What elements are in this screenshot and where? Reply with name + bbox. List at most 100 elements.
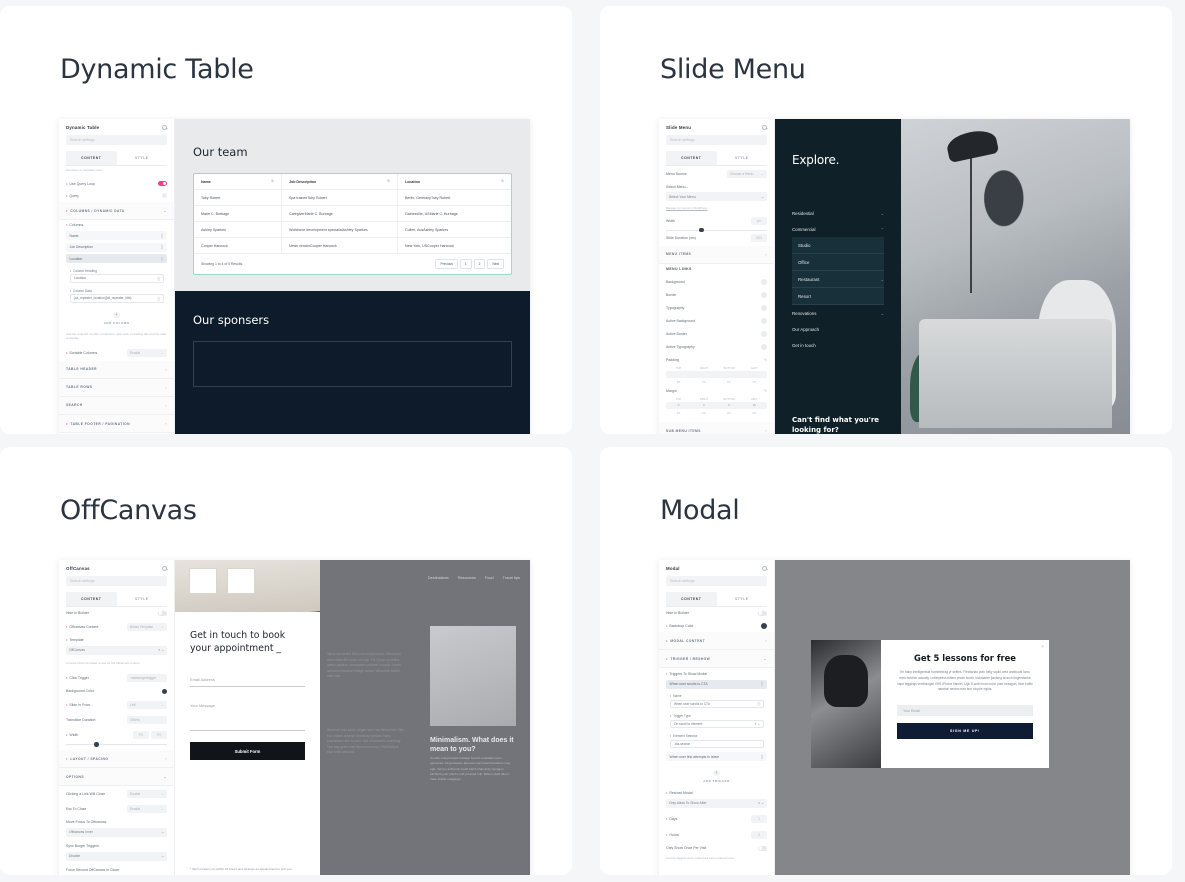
- close-icon[interactable]: ×: [1041, 644, 1044, 649]
- row-use-query-loop[interactable]: •Use Query Loop: [59, 178, 174, 190]
- nav-travel-tips[interactable]: Travel tips: [503, 576, 520, 580]
- padding-inputs[interactable]: [666, 371, 767, 378]
- select-move-focus[interactable]: Offcanvas Inner⌄: [66, 828, 167, 837]
- color-swatch[interactable]: [761, 623, 767, 629]
- pagination-page-1[interactable]: 1: [460, 259, 472, 269]
- search-icon[interactable]: [762, 125, 767, 130]
- row-active-border[interactable]: Active Border: [659, 328, 774, 341]
- row-slide-in-from[interactable]: •Slide In From... Left⌄: [59, 697, 174, 712]
- menu-item-office[interactable]: Office: [792, 254, 884, 271]
- signup-button[interactable]: SIGN ME UP!: [897, 723, 1033, 739]
- input-transition-duration[interactable]: 300ms: [127, 716, 167, 724]
- section-menu-items[interactable]: MENU ITEMS›: [659, 246, 774, 264]
- row-esc-to-close[interactable]: Esc To CloseEnable⌄: [59, 801, 174, 816]
- section-modal-content[interactable]: •MODAL CONTENT›: [659, 632, 774, 650]
- drag-handle-icon[interactable]: ⣿: [161, 257, 164, 260]
- nav-food[interactable]: Food: [485, 576, 494, 580]
- section-sub-menu-items[interactable]: SUB MENU ITEMS›: [659, 422, 774, 434]
- sort-icon[interactable]: ⇅: [501, 180, 504, 183]
- tab-style[interactable]: STYLE: [117, 592, 168, 606]
- tab-content[interactable]: CONTENT: [66, 592, 117, 606]
- table-header-location[interactable]: Location⇅: [398, 174, 511, 189]
- search-input[interactable]: Search settings: [666, 576, 767, 586]
- menu-item-commercial[interactable]: Commercial⌃: [792, 221, 884, 237]
- select-sync-burger[interactable]: Disable⌄: [66, 852, 167, 861]
- input-hours[interactable]: 0: [751, 831, 767, 839]
- table-header-job[interactable]: Job Description⇅: [282, 174, 398, 189]
- section-table-rows[interactable]: TABLE ROWS›: [59, 379, 174, 397]
- tab-content[interactable]: CONTENT: [666, 592, 717, 606]
- pen-icon[interactable]: [761, 292, 767, 298]
- input-click-trigger[interactable]: .hamburgertrigger: [127, 674, 167, 682]
- row-transition-duration[interactable]: Transition Duration 300ms: [59, 713, 174, 728]
- submit-button[interactable]: Submit Form: [190, 742, 305, 760]
- select-esc-to-close[interactable]: Enable⌄: [127, 805, 167, 813]
- menu-item-our-approach[interactable]: Our Approach: [792, 321, 884, 337]
- search-input[interactable]: Search settings: [66, 135, 167, 145]
- row-active-typography[interactable]: Active Typography: [659, 341, 774, 354]
- menu-item-studio[interactable]: Studio: [792, 237, 884, 254]
- select-clicking-link[interactable]: Enable⌄: [127, 790, 167, 798]
- column-item-name[interactable]: Name ⣿: [66, 231, 167, 240]
- row-hide-in-builder[interactable]: Hide In Builder: [659, 607, 774, 619]
- pen-icon[interactable]: [761, 331, 767, 337]
- trigger-item-exit-intent[interactable]: When user first attempts to leave⣿: [666, 752, 767, 761]
- search-icon[interactable]: [162, 125, 167, 130]
- input-slide-duration[interactable]: 500: [751, 234, 767, 242]
- toggle-only-show-once[interactable]: [758, 846, 767, 851]
- menu-item-get-in-touch[interactable]: Get in touch: [792, 337, 884, 353]
- input-element-selector[interactable]: .cta-section: [670, 740, 764, 749]
- row-only-show-once[interactable]: Only Show Once Per Visit: [659, 842, 774, 854]
- color-swatch[interactable]: [162, 689, 167, 694]
- pen-icon[interactable]: [761, 344, 767, 350]
- section-search[interactable]: SEARCH›: [59, 397, 174, 415]
- trigger-item-scroll-cta[interactable]: When user scrolls to CTA⣿: [666, 680, 767, 689]
- menu-item-renovations[interactable]: Renovations⌄: [792, 305, 884, 321]
- toggle-use-query-loop[interactable]: [158, 181, 167, 186]
- toggle-hide-in-builder[interactable]: [758, 611, 767, 616]
- search-icon[interactable]: [762, 566, 767, 571]
- pen-icon[interactable]: [761, 305, 767, 311]
- add-column-button[interactable]: + ADD COLUMN: [59, 306, 174, 330]
- width-unit-px[interactable]: PX: [133, 731, 149, 739]
- menu-item-resort[interactable]: Resort: [792, 288, 884, 305]
- menu-item-residential[interactable]: Residential⌄: [792, 205, 884, 221]
- row-background[interactable]: Background: [659, 275, 774, 288]
- row-padding[interactable]: Padding✎: [659, 354, 774, 365]
- row-sortable-columns[interactable]: •Sortable Columns Enable⌄: [59, 346, 174, 361]
- pen-icon[interactable]: ✎: [764, 358, 767, 362]
- section-options[interactable]: OPTIONS⌄: [59, 768, 174, 786]
- search-input[interactable]: Search settings: [666, 135, 767, 145]
- row-typography[interactable]: Typography: [659, 301, 774, 314]
- manage-menus-link[interactable]: Manage my menus in WordPress: [659, 205, 774, 213]
- select-reshow-modal[interactable]: Only Allow To Show After× ⌄: [666, 799, 767, 808]
- select-slide-in-from[interactable]: Left⌄: [127, 701, 167, 709]
- input-width[interactable]: px: [751, 217, 767, 225]
- pen-icon[interactable]: ✎: [764, 389, 767, 393]
- margin-inputs[interactable]: 0 0 0 20: [666, 402, 767, 409]
- section-columns-dynamic-data[interactable]: •COLUMNS / DYNAMIC DATA ⌄: [59, 202, 174, 220]
- input-column-heading[interactable]: Location⣿: [70, 274, 164, 283]
- section-table-footer[interactable]: •TABLE FOOTER / PAGINATION›: [59, 415, 174, 433]
- tab-content[interactable]: CONTENT: [666, 151, 717, 165]
- color-swatch[interactable]: [761, 279, 767, 285]
- query-settings-icon[interactable]: [162, 193, 167, 198]
- search-input[interactable]: Search settings: [66, 576, 167, 586]
- tab-content[interactable]: CONTENT: [66, 151, 117, 165]
- row-hours[interactable]: •Hours 0: [659, 827, 774, 842]
- select-trigger-type[interactable]: On scroll to element× ⌄: [670, 720, 764, 729]
- color-swatch[interactable]: [761, 318, 767, 324]
- sort-icon[interactable]: ⇅: [387, 180, 390, 183]
- row-hide-in-builder[interactable]: Hide In Builder: [59, 607, 174, 619]
- sort-icon[interactable]: ⇅: [271, 180, 274, 183]
- drag-handle-icon[interactable]: ⣿: [761, 682, 764, 685]
- row-background-color[interactable]: Background Color: [59, 685, 174, 697]
- row-margin[interactable]: Margin✎: [659, 385, 774, 396]
- drag-handle-icon[interactable]: ⣿: [161, 245, 164, 248]
- select-offcanvas-content[interactable]: Bricks Template⌄: [127, 623, 167, 631]
- row-border[interactable]: Border: [659, 288, 774, 301]
- tab-style[interactable]: STYLE: [717, 151, 768, 165]
- email-input[interactable]: Your Email: [897, 705, 1033, 716]
- input-trigger-name[interactable]: When user scrolls to CTA⣿: [670, 700, 764, 709]
- search-icon[interactable]: [162, 566, 167, 571]
